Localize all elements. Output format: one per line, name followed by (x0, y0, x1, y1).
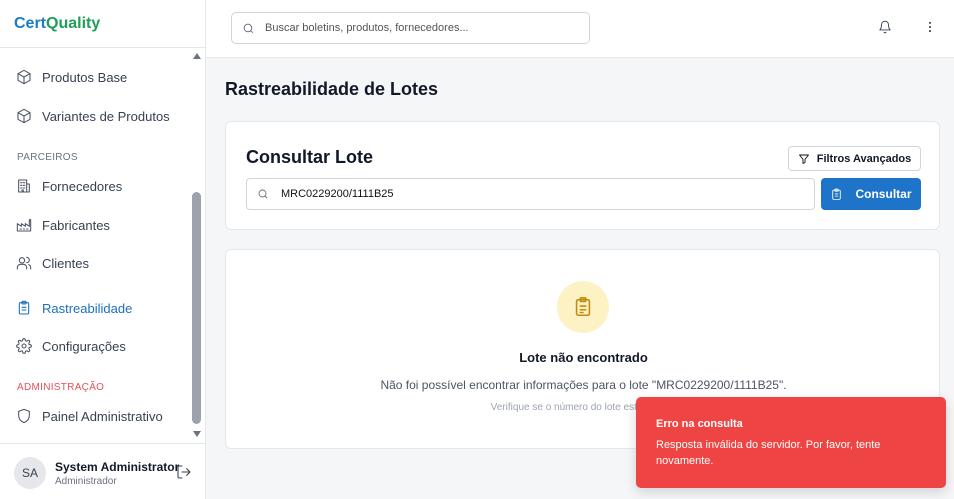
search-icon (258, 189, 268, 199)
bell-icon (879, 20, 891, 34)
result-title: Lote não encontrado (519, 350, 648, 365)
sidebar-item-variantes[interactable]: Variantes de Produtos (16, 105, 170, 127)
sidebar-item-label: Configurações (42, 338, 126, 354)
more-options-button[interactable] (923, 20, 937, 34)
lot-search-field (246, 178, 815, 210)
brand-logo[interactable]: CertQuality (0, 0, 205, 48)
sidebar-item-fabricantes[interactable]: Fabricantes (16, 214, 110, 236)
global-search (231, 12, 590, 44)
sidebar-nav: Produtos Base Variantes de Produtos PARC… (0, 48, 191, 442)
avatar[interactable]: SA (14, 457, 46, 489)
consult-button-label: Consultar (855, 187, 912, 201)
topbar (206, 0, 954, 58)
result-description: Não foi possível encontrar informações p… (380, 378, 787, 392)
user-profile: SA System Administrator Administrador (0, 443, 205, 499)
page-title: Rastreabilidade de Lotes (225, 79, 439, 99)
sidebar-item-label: Rastreabilidade (42, 300, 133, 316)
sidebar-item-configuracoes[interactable]: Configurações (16, 335, 126, 357)
search-icon (243, 23, 254, 33)
sidebar-item-label: Produtos Base (42, 69, 128, 85)
sidebar-item-label: Painel Administrativo (42, 408, 163, 424)
brand-part2: Quality (46, 15, 101, 32)
search-input[interactable] (265, 22, 585, 34)
sidebar-item-rastreabilidade[interactable]: Rastreabilidade (16, 297, 132, 319)
user-role: Administrador (55, 476, 117, 487)
sidebar-item-label: Clientes (42, 255, 89, 271)
brand-part1: Cert (14, 15, 47, 32)
factory-icon (16, 219, 32, 232)
sidebar-item-clientes[interactable]: Clientes (16, 252, 89, 274)
clipboard-list-icon (575, 297, 591, 317)
section-label-administracao: ADMINISTRAÇÃO (17, 382, 105, 393)
scroll-up-arrow-icon[interactable] (193, 53, 201, 59)
consult-title: Consultar Lote (246, 147, 374, 167)
sidebar-item-painel-administrativo[interactable]: Painel Administrativo (16, 405, 163, 427)
user-name: System Administrator (55, 460, 180, 474)
toast-message: Resposta inválida do servidor. Por favor… (656, 439, 881, 467)
box-icon (17, 69, 31, 85)
filter-icon (798, 154, 809, 164)
users-icon (16, 256, 32, 270)
error-toast[interactable]: Erro na consulta Resposta inválida do se… (636, 397, 946, 488)
empty-state-icon-circle (557, 281, 609, 333)
sidebar-item-label: Fornecedores (42, 178, 123, 194)
kebab-menu-icon (928, 21, 932, 33)
scroll-down-arrow-icon[interactable] (193, 431, 201, 437)
consult-card: Consultar Lote Filtros Avançados Consult… (225, 121, 940, 230)
advanced-filters-label: Filtros Avançados (816, 152, 912, 165)
lot-number-input[interactable] (281, 188, 781, 200)
advanced-filters-button[interactable]: Filtros Avançados (788, 146, 921, 171)
clipboard-icon (832, 188, 842, 200)
sidebar-item-label: Fabricantes (42, 217, 110, 233)
logout-icon (177, 465, 191, 479)
scrollbar-thumb[interactable] (192, 192, 201, 424)
box-icon (17, 108, 31, 124)
sidebar: CertQuality Produtos Base Variantes de P… (0, 0, 206, 499)
notifications-button[interactable] (878, 20, 892, 34)
toast-title: Erro na consulta (656, 418, 743, 430)
sidebar-item-label: Variantes de Produtos (42, 108, 170, 124)
consult-button[interactable]: Consultar (821, 178, 921, 210)
logout-button[interactable] (176, 464, 192, 480)
clipboard-icon (18, 300, 30, 315)
shield-icon (18, 408, 30, 424)
sidebar-item-produtos-base[interactable]: Produtos Base (16, 66, 127, 88)
section-label-parceiros: PARCEIROS (17, 152, 78, 163)
sidebar-scrollbar[interactable] (191, 48, 203, 442)
gear-icon (16, 338, 32, 354)
building-icon (18, 179, 30, 193)
sidebar-item-fornecedores[interactable]: Fornecedores (16, 175, 122, 197)
